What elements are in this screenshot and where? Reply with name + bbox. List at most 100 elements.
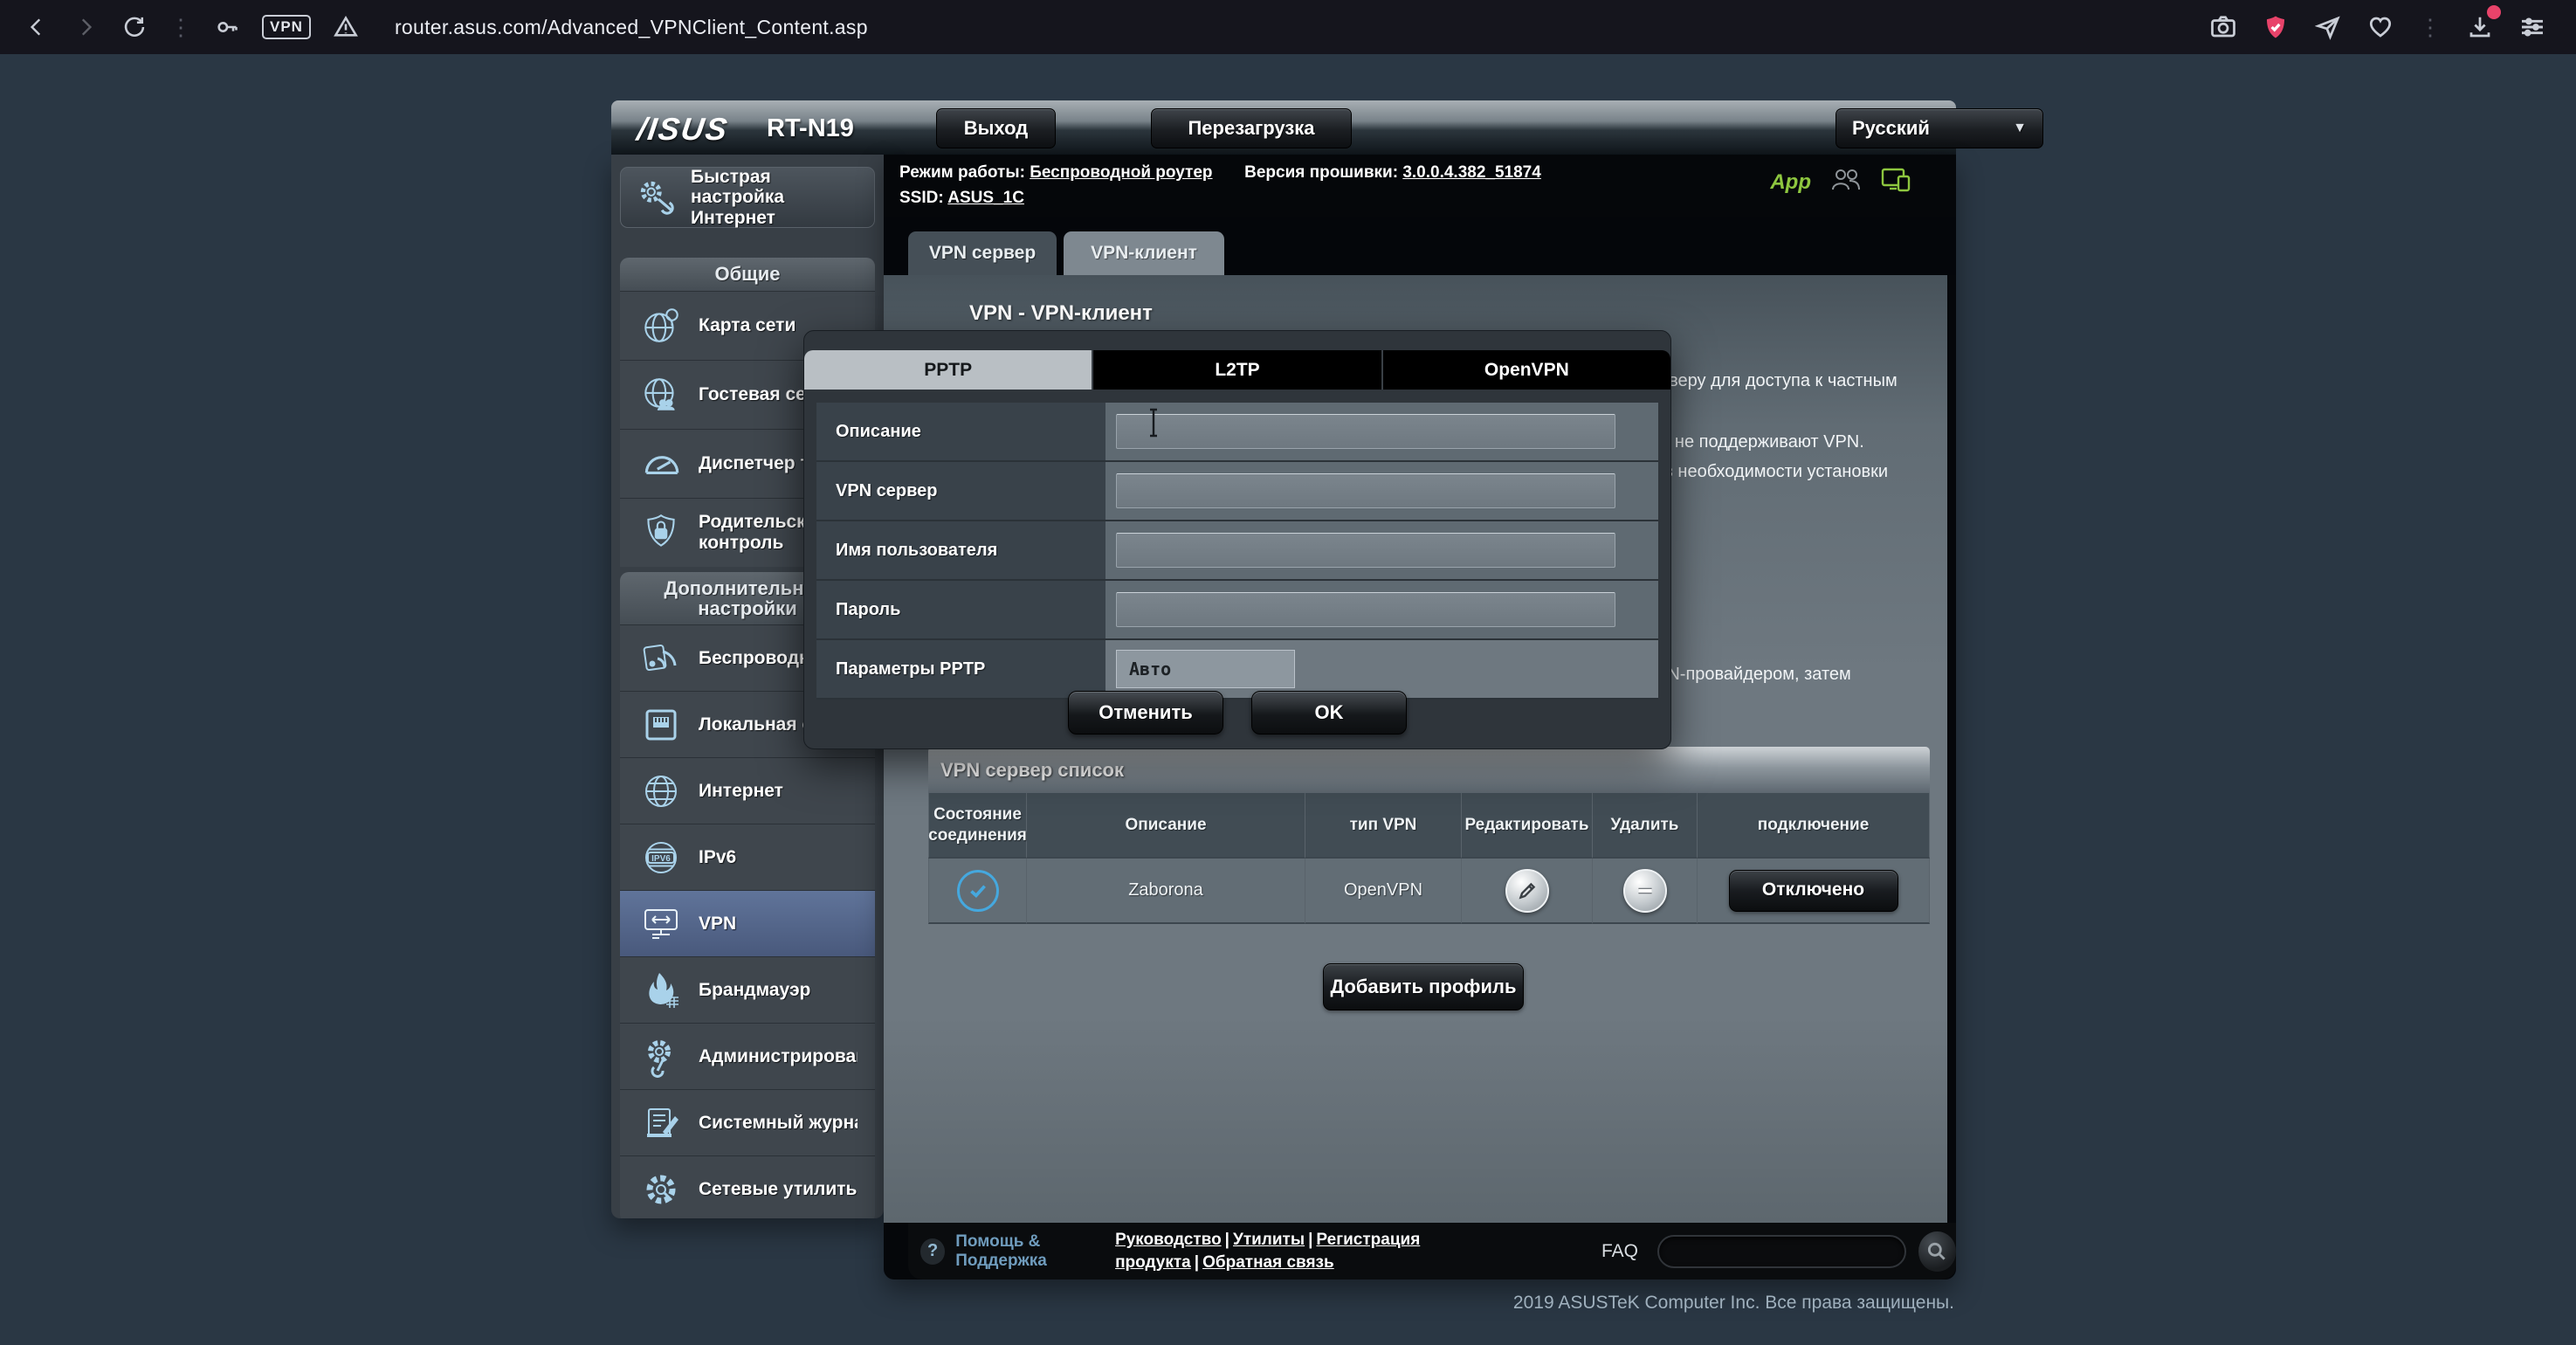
ssid-label: SSID:: [899, 189, 944, 207]
vpn-tab-row: VPN сервер VPN-клиент: [884, 217, 1956, 275]
clients-icon[interactable]: [1830, 167, 1862, 198]
app-link[interactable]: App: [1770, 170, 1811, 195]
router-model: RT-N19: [767, 114, 854, 143]
address-bar-url[interactable]: router.asus.com/Advanced_VPNClient_Conte…: [395, 16, 868, 39]
share-send-icon[interactable]: [2314, 13, 2342, 41]
language-value: Русский: [1852, 117, 1930, 140]
column-header: подключение: [1698, 793, 1930, 859]
help-icon: ?: [920, 1238, 945, 1265]
sidebar-item-network-tools[interactable]: Сетевые утилиты: [620, 1155, 875, 1218]
link-separator: |: [1191, 1253, 1202, 1272]
tab-vpn-client[interactable]: VPN-клиент: [1064, 231, 1224, 275]
tab-vpn-server[interactable]: VPN сервер: [908, 231, 1057, 275]
sidebar-item-administration[interactable]: Администрирование: [620, 1023, 875, 1089]
column-header: Описание: [1027, 793, 1305, 859]
help-support-label: Помощь & Поддержка: [955, 1232, 1057, 1271]
devices-icon[interactable]: [1881, 167, 1911, 198]
administration-icon: [637, 1033, 685, 1080]
cancel-button[interactable]: Отменить: [1068, 691, 1223, 735]
column-header: Состояние соединения: [928, 793, 1027, 859]
forward-icon[interactable]: [72, 13, 100, 41]
faq-label: FAQ: [1601, 1241, 1638, 1262]
faq-search-button[interactable]: [1918, 1231, 1956, 1272]
utilities-link[interactable]: Утилиты: [1233, 1231, 1305, 1249]
sidebar-item-label: IPv6: [699, 847, 858, 868]
protect-shield-icon[interactable]: [2262, 13, 2290, 41]
tab-l2tp[interactable]: L2TP: [1092, 350, 1381, 390]
form-row-vpn-server: VPN сервер: [816, 462, 1658, 521]
system-log-icon: [637, 1100, 685, 1147]
panel-footer: ? Помощь & Поддержка Руководство|Утилиты…: [908, 1223, 1956, 1279]
tab-openvpn[interactable]: OpenVPN: [1381, 350, 1670, 390]
profile-form: Описание VPN сервер Имя пользователя Пар…: [816, 403, 1658, 700]
firewall-icon: [637, 967, 685, 1014]
vpn-server-input[interactable]: [1116, 473, 1615, 508]
vpn-icon: [637, 900, 685, 948]
browser-settings-icon[interactable]: [2518, 13, 2546, 41]
reboot-button[interactable]: Перезагрузка: [1151, 108, 1352, 148]
sidebar-item-label: Администрирование: [699, 1046, 858, 1067]
add-profile-button[interactable]: Добавить профиль: [1323, 963, 1524, 1010]
internet-icon: [637, 768, 685, 815]
browser-toolbar: ⋮ VPN router.asus.com/Advanced_VPNClient…: [0, 0, 2576, 54]
screenshot-camera-icon[interactable]: [2209, 13, 2237, 41]
sidebar-item-label: Сетевые утилиты: [699, 1179, 858, 1200]
ssid-link[interactable]: ASUS_1C: [947, 189, 1024, 207]
manual-link[interactable]: Руководство: [1115, 1231, 1222, 1249]
tab-pptp[interactable]: PPTP: [804, 350, 1092, 390]
vpn-profile-dialog: PPTP L2TP OpenVPN Описание VPN сервер Им…: [803, 330, 1671, 749]
favorites-heart-icon[interactable]: [2366, 13, 2394, 41]
pptp-options-select[interactable]: Авто: [1116, 650, 1295, 688]
sidebar-item-ipv6[interactable]: IPV6 IPv6: [620, 824, 875, 890]
description-fragment: ез необходимости установки: [1656, 462, 1888, 482]
password-input[interactable]: [1116, 592, 1615, 627]
firmware-version-link[interactable]: 3.0.0.4.382_51874: [1402, 163, 1541, 182]
description-input[interactable]: [1116, 414, 1615, 449]
guest-network-icon: [637, 371, 685, 418]
downloads-badge: [2487, 5, 2501, 19]
traffic-manager-icon: [637, 440, 685, 487]
sidebar-item-vpn[interactable]: VPN: [620, 890, 875, 956]
screen: ⋮ VPN router.asus.com/Advanced_VPNClient…: [0, 0, 2576, 1345]
field-label: Описание: [816, 403, 1105, 460]
sidebar-item-quick-setup[interactable]: Быстрая настройка Интернет: [620, 167, 875, 228]
warning-icon[interactable]: [332, 13, 360, 41]
link-separator: |: [1305, 1231, 1316, 1249]
sidebar-item-internet[interactable]: Интернет: [620, 757, 875, 824]
edit-icon[interactable]: [1505, 869, 1549, 913]
column-header: Редактировать: [1462, 793, 1593, 859]
sidebar-item-system-log[interactable]: Системный журнал: [620, 1089, 875, 1155]
ok-button[interactable]: OK: [1251, 691, 1407, 735]
form-row-username: Имя пользователя: [816, 521, 1658, 581]
username-input[interactable]: [1116, 533, 1615, 568]
vpn-extension-badge[interactable]: VPN: [262, 15, 311, 39]
sidebar-item-firewall[interactable]: Брандмауэр: [620, 956, 875, 1023]
panel-header: /ISUS RT-N19 Выход Перезагрузка Русский …: [611, 100, 1956, 155]
field-label: Имя пользователя: [816, 521, 1105, 579]
section-title: Общие: [620, 258, 875, 291]
vpn-server-list-table: VPN сервер список Состояние соединения О…: [928, 747, 1930, 924]
protocol-tabs: PPTP L2TP OpenVPN: [804, 350, 1670, 390]
language-select[interactable]: Русский ▼: [1836, 108, 2043, 148]
sidebar-item-label: Интернет: [699, 781, 858, 802]
reload-icon[interactable]: [121, 13, 148, 41]
operation-mode-link[interactable]: Беспроводной роутер: [1030, 163, 1212, 182]
table-row: Zaborona OpenVPN Отключено: [928, 859, 1930, 924]
ipv6-icon: IPV6: [637, 834, 685, 881]
key-icon[interactable]: [213, 13, 241, 41]
dialog-buttons: Отменить OK: [804, 691, 1670, 735]
page-title: VPN - VPN-клиент: [969, 301, 1153, 326]
vpn-type: OpenVPN: [1305, 859, 1462, 924]
lan-icon: [637, 701, 685, 748]
asus-logo: /ISUS: [635, 111, 731, 148]
feedback-link[interactable]: Обратная связь: [1202, 1253, 1334, 1272]
quick-setup-icon: [633, 174, 680, 221]
delete-icon[interactable]: [1623, 869, 1667, 913]
back-icon[interactable]: [23, 13, 51, 41]
link-separator: |: [1222, 1231, 1233, 1249]
logout-button[interactable]: Выход: [936, 108, 1056, 148]
faq-search-input[interactable]: [1657, 1235, 1906, 1268]
downloads-icon[interactable]: [2466, 13, 2494, 41]
connection-toggle-button[interactable]: Отключено: [1729, 870, 1898, 912]
sidebar-item-label: Системный журнал: [699, 1113, 858, 1134]
